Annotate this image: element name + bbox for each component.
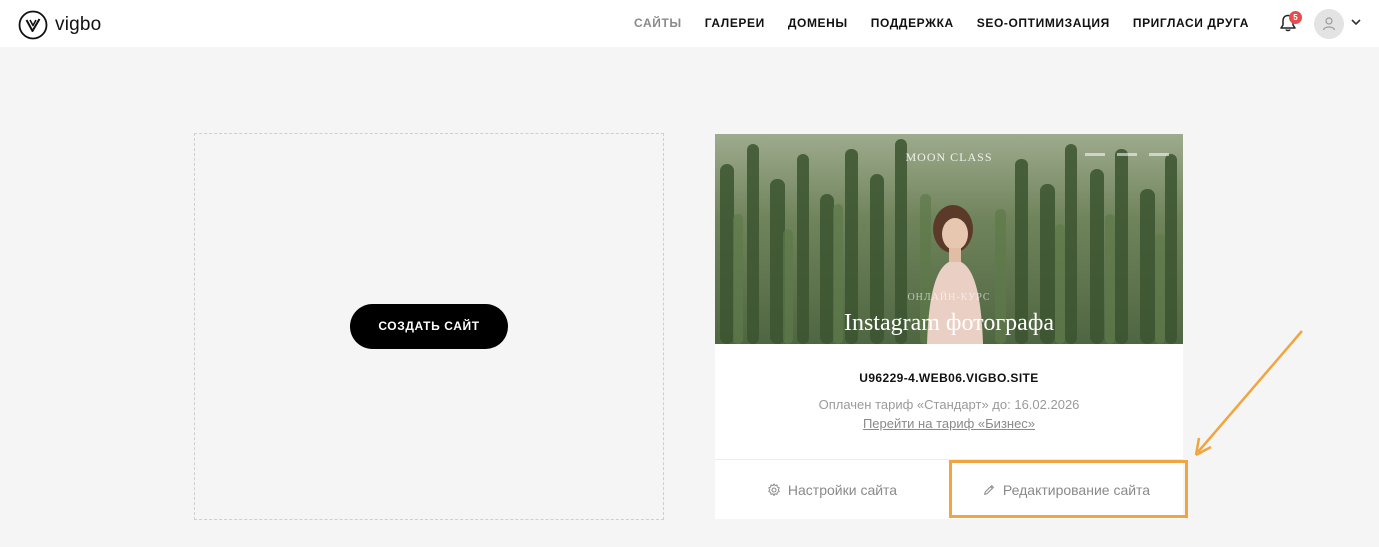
- create-site-button[interactable]: СОЗДАТЬ САЙТ: [350, 304, 508, 349]
- nav-item-domains[interactable]: ДОМЕНЫ: [788, 16, 848, 30]
- plan-status-text: Оплачен тариф «Стандарт» до: 16.02.2026: [818, 397, 1080, 412]
- site-settings-button[interactable]: Настройки сайта: [715, 460, 949, 519]
- brand-name: vigbo: [55, 14, 102, 35]
- preview-title: Instagram фотографа: [843, 310, 1055, 336]
- gear-icon: [768, 482, 780, 496]
- chevron-down-icon[interactable]: [1351, 19, 1361, 25]
- notification-count-badge: 5: [1289, 11, 1302, 24]
- nav-item-seo[interactable]: SEO-ОПТИМИЗАЦИЯ: [977, 16, 1110, 30]
- nav-item-sites[interactable]: САЙТЫ: [634, 16, 682, 30]
- site-preview-thumbnail[interactable]: MOON CLASS ОНЛАЙН-КУРС Instagram фотогра…: [715, 134, 1183, 344]
- user-icon: [1322, 17, 1336, 31]
- nav-item-invite-friend[interactable]: ПРИГЛАСИ ДРУГА: [1133, 16, 1249, 30]
- vigbo-logo-icon: [18, 10, 48, 40]
- create-site-panel: СОЗДАТЬ САЙТ: [194, 133, 664, 520]
- nav-item-support[interactable]: ПОДДЕРЖКА: [871, 16, 954, 30]
- site-settings-label: Настройки сайта: [787, 481, 898, 498]
- brand-logo[interactable]: vigbo: [18, 10, 101, 40]
- user-avatar[interactable]: [1314, 9, 1344, 39]
- preview-subtitle: ОНЛАЙН-КУРС: [907, 292, 991, 303]
- top-header: vigbo САЙТЫ ГАЛЕРЕИ ДОМЕНЫ ПОДДЕРЖКА SEO…: [0, 0, 1379, 47]
- site-domain: U96229-4.WEB06.VIGBO.SITE: [859, 371, 1039, 385]
- preview-menu: [1085, 153, 1169, 156]
- nav-item-galleries[interactable]: ГАЛЕРЕИ: [705, 16, 765, 30]
- annotation-highlight-box: [949, 460, 1188, 518]
- upgrade-plan-link[interactable]: Перейти на тариф «Бизнес»: [863, 416, 1035, 431]
- main-nav: САЙТЫ ГАЛЕРЕИ ДОМЕНЫ ПОДДЕРЖКА SEO-ОПТИМ…: [611, 16, 1249, 30]
- upgrade-plan-row: Перейти на тариф «Бизнес»: [715, 416, 1183, 431]
